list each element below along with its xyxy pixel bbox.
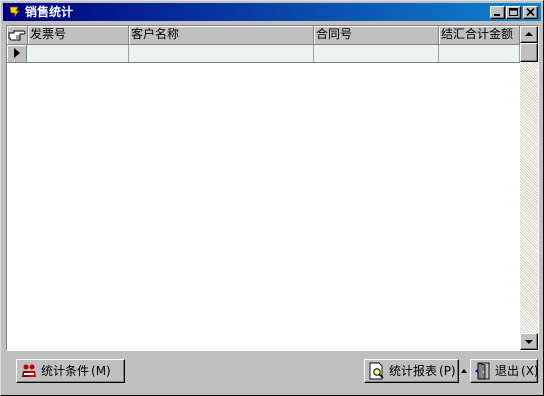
minimize-button[interactable] <box>490 6 505 19</box>
grid-viewport: 发票号 客户名称 合同号 结汇合计金额 <box>7 26 520 350</box>
exit-hotkey: (X) <box>521 364 539 378</box>
arrow-up-icon <box>525 32 533 36</box>
cell-customer-name[interactable] <box>129 45 314 62</box>
people-icon <box>22 364 36 377</box>
col-header-invoice-no[interactable]: 发票号 <box>28 26 129 44</box>
criteria-hotkey: (M) <box>91 364 111 378</box>
report-button[interactable]: 统计报表 (P) <box>364 359 459 383</box>
scroll-down-button[interactable] <box>520 333 538 350</box>
criteria-button[interactable]: 统计条件 (M) <box>16 359 125 383</box>
report-hotkey: (P) <box>439 364 456 378</box>
bottom-toolbar: 统计条件 (M) 统计报表 (P) 退出 (X) <box>3 352 541 392</box>
arrow-down-icon <box>525 340 533 344</box>
cell-invoice-no[interactable] <box>28 45 129 62</box>
maximize-button[interactable] <box>506 6 521 19</box>
cell-total-amount[interactable] <box>439 45 520 62</box>
vertical-scrollbar[interactable] <box>520 26 538 350</box>
close-button[interactable] <box>523 6 538 19</box>
report-magnifier-icon <box>369 362 384 380</box>
col-header-contract-no[interactable]: 合同号 <box>314 26 439 44</box>
scroll-thumb[interactable] <box>520 43 538 62</box>
title-bar[interactable]: 销售统计 <box>3 3 541 21</box>
sales-stats-window: 销售统计 发票号 客户名称 合同号 结汇合计金额 统计条件 (M) 统计报表 (… <box>0 0 544 396</box>
scroll-up-button[interactable] <box>520 26 538 43</box>
sales-grid[interactable]: 发票号 客户名称 合同号 结汇合计金额 <box>6 25 539 351</box>
minimize-icon <box>494 14 500 16</box>
separator-arrow-icon <box>461 369 467 373</box>
app-icon <box>7 5 21 19</box>
cell-contract-no[interactable] <box>314 45 439 62</box>
row-pointer-icon <box>14 48 20 58</box>
grid-header: 发票号 客户名称 合同号 结汇合计金额 <box>7 26 520 45</box>
hand-pointer-icon <box>8 30 26 41</box>
close-icon <box>526 8 535 17</box>
maximize-icon <box>509 8 518 16</box>
report-label: 统计报表 <box>389 364 438 378</box>
criteria-label: 统计条件 <box>41 364 90 378</box>
window-title: 销售统计 <box>25 5 74 19</box>
col-header-customer-name[interactable]: 客户名称 <box>129 26 314 44</box>
grid-corner[interactable] <box>7 26 28 44</box>
exit-label: 退出 <box>495 364 520 378</box>
table-row[interactable] <box>7 45 520 63</box>
exit-button[interactable]: 退出 (X) <box>470 359 539 383</box>
row-indicator[interactable] <box>7 45 27 62</box>
col-header-total-amount[interactable]: 结汇合计金额 <box>439 26 520 44</box>
exit-door-icon <box>475 362 490 380</box>
